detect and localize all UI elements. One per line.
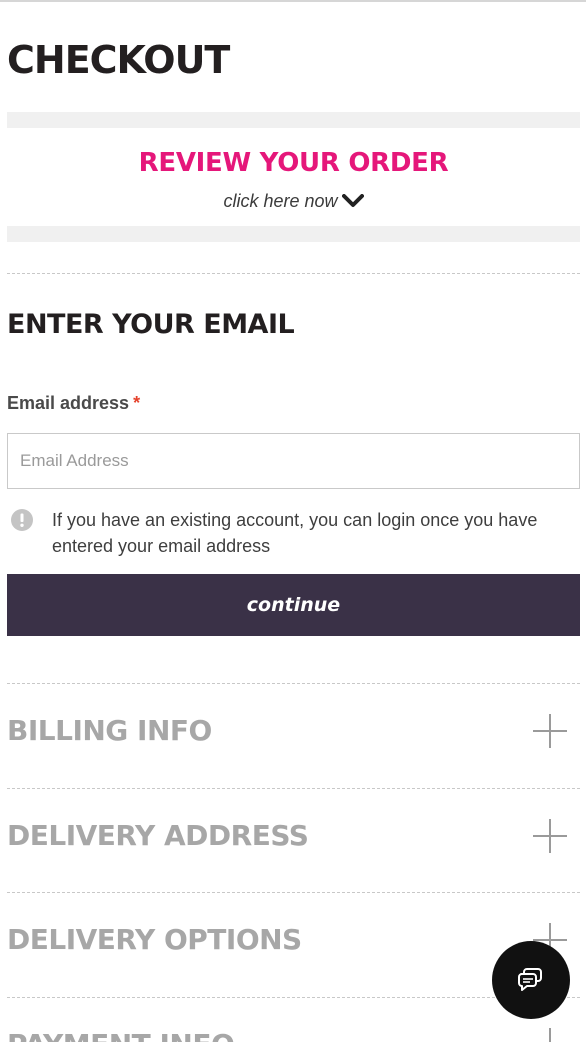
plus-icon[interactable] <box>533 714 567 748</box>
chevron-down-icon <box>341 194 364 207</box>
page-title: CHECKOUT <box>7 38 230 82</box>
accordion-label: DELIVERY OPTIONS <box>7 923 302 956</box>
email-section-title: ENTER YOUR EMAIL <box>7 309 295 340</box>
top-divider <box>0 0 586 2</box>
accordion-delivery-address[interactable]: DELIVERY ADDRESS <box>7 789 580 893</box>
review-panel-top-bar <box>7 112 580 128</box>
required-marker: * <box>133 393 141 413</box>
email-field-label: Email address * <box>7 393 140 414</box>
review-order-title: REVIEW YOUR ORDER <box>138 148 449 178</box>
info-icon <box>11 509 33 531</box>
chat-button[interactable] <box>492 941 570 1019</box>
accordion-billing-info[interactable]: BILLING INFO <box>7 684 580 788</box>
review-order-link-text[interactable]: click here now <box>223 191 337 211</box>
email-label-text: Email address <box>7 393 130 413</box>
accordion-label: DELIVERY ADDRESS <box>7 819 309 852</box>
email-input[interactable] <box>7 433 580 489</box>
review-panel-bottom-bar <box>7 226 580 242</box>
plus-icon[interactable] <box>533 819 567 853</box>
review-order-panel: REVIEW YOUR ORDER click here now <box>7 112 580 242</box>
chat-icon <box>518 968 542 991</box>
continue-button[interactable]: continue <box>7 574 580 636</box>
accordion-payment-info[interactable]: PAYMENT INFO <box>7 998 580 1042</box>
login-info-text: If you have an existing account, you can… <box>52 510 538 556</box>
plus-icon[interactable] <box>533 1028 567 1042</box>
section-divider <box>7 273 580 274</box>
accordion-label: PAYMENT INFO <box>7 1028 235 1042</box>
review-order-toggle[interactable]: click here now <box>7 191 580 212</box>
accordion-label: BILLING INFO <box>7 714 212 747</box>
